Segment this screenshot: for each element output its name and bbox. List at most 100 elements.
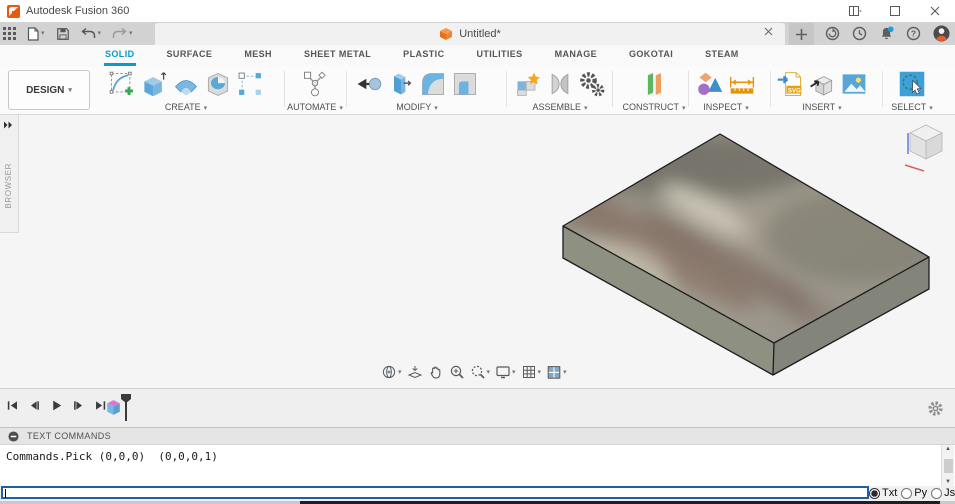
tab-sheet-metal[interactable]: SHEET METAL — [303, 45, 372, 66]
tab-mesh[interactable]: MESH — [243, 45, 273, 66]
timeline-position-marker[interactable] — [120, 393, 132, 422]
timeline-playback-controls — [6, 399, 107, 412]
construct-menu-label[interactable]: CONSTRUCT — [623, 102, 680, 112]
tab-manage[interactable]: MANAGE — [554, 45, 598, 66]
analysis-icon[interactable] — [695, 69, 725, 99]
orbit-icon[interactable] — [381, 363, 402, 381]
workspace-selector[interactable]: DESIGN — [8, 70, 90, 110]
svg-text:?: ? — [911, 28, 916, 38]
view-cube[interactable] — [903, 121, 949, 173]
display-settings-icon[interactable] — [495, 363, 516, 381]
job-status-icon[interactable] — [852, 26, 867, 41]
file-menu-button[interactable] — [27, 26, 45, 41]
redo-button[interactable] — [112, 27, 133, 40]
command-input[interactable] — [1, 486, 869, 499]
tab-solid[interactable]: SOLID — [104, 45, 136, 66]
model-body[interactable] — [0, 115, 955, 388]
fusion-360-window: Autodesk Fusion 360 ▾ ▾ ▾ Untitled* ? SO… — [0, 0, 955, 504]
step-forward-icon[interactable] — [72, 399, 85, 412]
select-icon[interactable] — [897, 69, 927, 99]
save-button[interactable] — [56, 27, 70, 41]
create-menu-label[interactable]: CREATE — [165, 102, 201, 112]
help-icon[interactable]: ? — [906, 26, 921, 41]
txt-radio[interactable] — [869, 487, 880, 499]
group-select: SELECT — [888, 68, 936, 112]
js-radio-label: Js — [944, 487, 955, 499]
extrude-icon[interactable] — [139, 69, 169, 99]
group-assemble: ASSEMBLE — [512, 68, 608, 112]
viewports-icon[interactable] — [546, 363, 567, 381]
select-menu-label[interactable]: SELECT — [891, 102, 926, 112]
go-to-start-icon[interactable] — [6, 399, 19, 412]
play-icon[interactable] — [50, 399, 63, 412]
expand-browser-icon[interactable] — [3, 121, 13, 129]
assemble-menu-label[interactable]: ASSEMBLE — [532, 102, 581, 112]
new-component-icon[interactable] — [513, 69, 543, 99]
create-sketch-icon[interactable] — [107, 69, 137, 99]
press-pull-icon[interactable] — [354, 69, 384, 99]
tab-plastic[interactable]: PLASTIC — [402, 45, 445, 66]
insert-svg-icon[interactable]: SVG — [775, 69, 805, 99]
insert-derive-icon[interactable] — [807, 69, 837, 99]
output-scrollbar[interactable]: ▲ ▼ — [941, 445, 954, 486]
modify-menu-label[interactable]: MODIFY — [396, 102, 431, 112]
shell-icon[interactable] — [450, 69, 480, 99]
close-window-icon[interactable] — [915, 0, 955, 22]
document-tab[interactable]: Untitled* — [155, 23, 785, 45]
step-back-icon[interactable] — [28, 399, 41, 412]
fillet-icon[interactable] — [418, 69, 448, 99]
ribbon-toolbar: DESIGN CREATE — [0, 66, 955, 115]
tab-utilities[interactable]: UTILITIES — [475, 45, 523, 66]
timeline-bar — [0, 388, 955, 428]
tab-surface[interactable]: SURFACE — [166, 45, 214, 66]
construct-plane-icon[interactable] — [639, 69, 669, 99]
collapse-panel-icon[interactable] — [8, 430, 19, 442]
pattern-icon[interactable] — [235, 69, 265, 99]
mode-option-js[interactable]: Js — [931, 487, 955, 499]
zoom-icon[interactable] — [449, 363, 465, 381]
scrollbar-thumb[interactable] — [943, 458, 953, 473]
mode-option-py[interactable]: Py — [901, 487, 927, 499]
command-input-row: Txt Py Js — [0, 486, 955, 501]
app-launcher-icon[interactable] — [3, 27, 16, 40]
user-avatar[interactable] — [933, 25, 950, 42]
tab-gokotai[interactable]: GOKOTAI — [628, 45, 674, 66]
automate-menu-label[interactable]: AUTOMATE — [287, 102, 336, 112]
new-tab-button[interactable] — [789, 23, 814, 45]
browser-panel-collapsed[interactable]: BROWSER — [0, 115, 19, 233]
measure-icon[interactable] — [727, 69, 757, 99]
look-at-icon[interactable] — [407, 363, 423, 381]
extensions-icon[interactable] — [825, 26, 840, 41]
inspect-menu-label[interactable]: INSPECT — [703, 102, 742, 112]
mode-option-txt[interactable]: Txt — [869, 487, 897, 499]
text-commands-header[interactable]: TEXT COMMANDS — [0, 427, 955, 445]
revolve-icon[interactable] — [171, 69, 201, 99]
timeline-settings-gear-icon[interactable] — [927, 400, 944, 417]
pan-icon[interactable] — [428, 363, 444, 381]
joint-icon[interactable] — [545, 69, 575, 99]
maximize-icon[interactable] — [875, 0, 915, 22]
zoom-window-icon[interactable] — [470, 363, 491, 381]
js-radio[interactable] — [931, 487, 943, 499]
motion-icon[interactable] — [577, 69, 607, 99]
scroll-up-icon[interactable]: ▲ — [945, 446, 951, 452]
hole-icon[interactable] — [203, 69, 233, 99]
undo-button[interactable] — [80, 27, 102, 40]
fusion-logo-icon — [7, 4, 20, 18]
scroll-down-icon[interactable]: ▼ — [945, 479, 951, 485]
py-radio[interactable] — [901, 487, 913, 499]
window-layout-icon[interactable] — [835, 0, 875, 22]
grid-snap-icon[interactable] — [521, 363, 542, 381]
toolbar-divider — [346, 71, 347, 107]
group-automate: AUTOMATE — [286, 68, 344, 112]
toolbar-divider — [284, 71, 285, 107]
close-tab-icon[interactable] — [764, 27, 773, 36]
insert-menu-label[interactable]: INSERT — [802, 102, 835, 112]
3d-viewport[interactable]: BROWSER — [0, 115, 955, 388]
automate-icon[interactable] — [300, 69, 330, 99]
canvas-image-icon[interactable] — [839, 69, 869, 99]
notifications-icon[interactable] — [879, 26, 894, 41]
offset-face-icon[interactable] — [386, 69, 416, 99]
tab-steam[interactable]: STEAM — [704, 45, 740, 66]
quick-access-bar: Untitled* ? — [0, 22, 955, 45]
